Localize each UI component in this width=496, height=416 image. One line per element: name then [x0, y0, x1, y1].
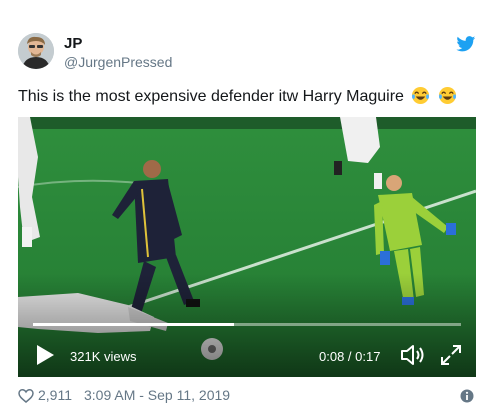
- tweet-text: This is the most expensive defender itw …: [18, 86, 457, 107]
- video-time: 0:08 / 0:17: [319, 349, 381, 364]
- video-frame: [18, 117, 476, 377]
- display-name[interactable]: JP: [64, 35, 82, 53]
- heart-icon[interactable]: [18, 388, 34, 404]
- user-handle[interactable]: @JurgenPressed: [64, 54, 172, 71]
- play-icon[interactable]: [35, 344, 55, 366]
- video-player[interactable]: 321K views 0:08 / 0:17: [18, 117, 476, 377]
- tweet-timestamp[interactable]: 3:09 AM - Sep 11, 2019: [84, 387, 230, 404]
- like-count[interactable]: 2,911: [38, 387, 72, 404]
- tweet-text-content: This is the most expensive defender itw …: [18, 88, 404, 105]
- twitter-bird-icon[interactable]: [456, 36, 476, 52]
- avatar[interactable]: [18, 33, 54, 69]
- info-icon[interactable]: [460, 389, 474, 403]
- view-count: 321K views: [70, 349, 137, 364]
- fullscreen-icon[interactable]: [439, 343, 463, 367]
- volume-icon[interactable]: [399, 343, 427, 367]
- video-progress-bar[interactable]: [33, 323, 461, 326]
- laughing-crying-emoji-icon: [438, 86, 456, 105]
- laughing-crying-emoji-icon: [412, 86, 430, 105]
- video-progress-fill: [33, 323, 235, 326]
- tweet-card: JP @JurgenPressed This is the most expen…: [0, 0, 496, 416]
- tweet-footer: 2,911 3:09 AM - Sep 11, 2019: [18, 387, 230, 404]
